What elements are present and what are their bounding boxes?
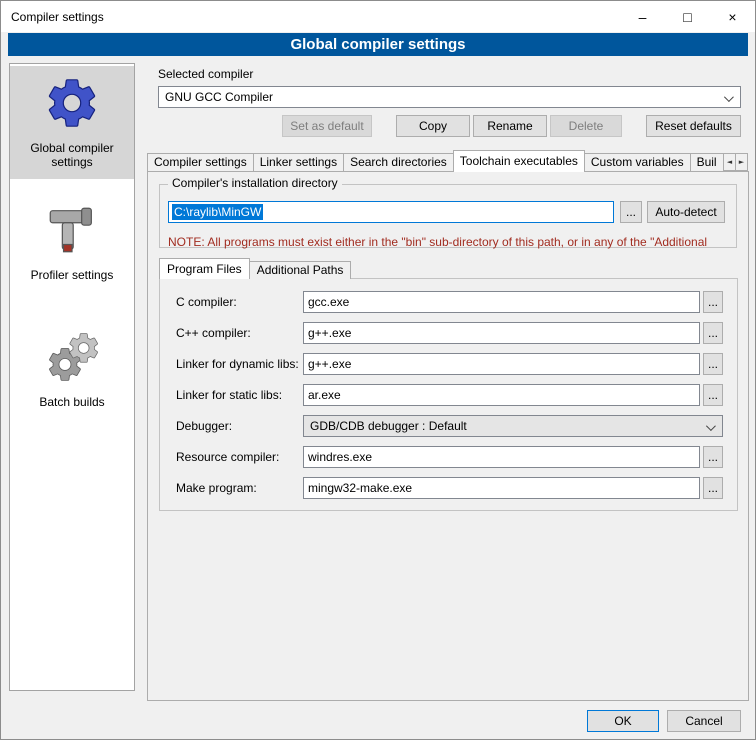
tab-search-directories[interactable]: Search directories [343, 153, 454, 172]
page-title: Global compiler settings [8, 33, 748, 56]
cpp-compiler-input[interactable] [303, 322, 700, 344]
delete-button[interactable]: Delete [550, 115, 622, 137]
tab-scroll-right-icon[interactable]: ► [735, 153, 748, 171]
bin-subdirectory-note: NOTE: All programs must exist either in … [168, 235, 732, 249]
tab-strip: Compiler settings Linker settings Search… [147, 150, 723, 172]
installation-directory-selected-text: C:\raylib\MinGW [172, 204, 263, 220]
field-row-dynamic-linker: Linker for dynamic libs: ... [176, 353, 723, 375]
cpp-compiler-browse-button[interactable]: ... [703, 322, 723, 344]
sidebar-item-profiler-settings[interactable]: Profiler settings [10, 193, 134, 292]
tab-compiler-settings[interactable]: Compiler settings [147, 153, 254, 172]
resource-compiler-browse-button[interactable]: ... [703, 446, 723, 468]
static-linker-input[interactable] [303, 384, 700, 406]
c-compiler-label: C compiler: [176, 295, 303, 309]
make-program-browse-button[interactable]: ... [703, 477, 723, 499]
subtab-strip: Program Files Additional Paths [159, 258, 350, 279]
profiler-tool-icon [43, 201, 101, 259]
dynamic-linker-input[interactable] [303, 353, 700, 375]
program-files-panel: C compiler: ... C++ compiler: ... Linker… [159, 278, 738, 511]
dynamic-linker-browse-button[interactable]: ... [703, 353, 723, 375]
title-bar: Compiler settings – □ × [1, 1, 755, 32]
resource-compiler-input[interactable] [303, 446, 700, 468]
static-linker-browse-button[interactable]: ... [703, 384, 723, 406]
maximize-button[interactable]: □ [665, 1, 710, 32]
selected-compiler-label: Selected compiler [158, 67, 253, 81]
chevron-down-icon [724, 92, 734, 102]
ok-button[interactable]: OK [587, 710, 659, 732]
batch-builds-gears-icon [43, 328, 101, 386]
tab-build-truncated[interactable]: Buil [690, 153, 723, 172]
dynamic-linker-label: Linker for dynamic libs: [176, 357, 303, 371]
field-row-c-compiler: C compiler: ... [176, 291, 723, 313]
chevron-down-icon [706, 421, 716, 431]
sidebar-item-batch-builds[interactable]: Batch builds [10, 320, 134, 419]
subtab-program-files[interactable]: Program Files [159, 258, 250, 279]
settings-category-list: Global compiler settings Profiler settin… [9, 63, 135, 691]
field-row-cpp-compiler: C++ compiler: ... [176, 322, 723, 344]
minimize-button[interactable]: – [620, 1, 665, 32]
c-compiler-browse-button[interactable]: ... [703, 291, 723, 313]
copy-button[interactable]: Copy [396, 115, 470, 137]
field-row-make-program: Make program: ... [176, 477, 723, 499]
debugger-select-value: GDB/CDB debugger : Default [310, 419, 467, 433]
sidebar-item-label: Batch builds [39, 395, 104, 409]
make-program-input[interactable] [303, 477, 700, 499]
installation-directory-group: Compiler's installation directory C:\ray… [159, 184, 737, 248]
field-row-static-linker: Linker for static libs: ... [176, 384, 723, 406]
tab-linker-settings[interactable]: Linker settings [253, 153, 344, 172]
reset-defaults-button[interactable]: Reset defaults [646, 115, 741, 137]
field-row-debugger: Debugger: GDB/CDB debugger : Default [176, 415, 723, 437]
rename-button[interactable]: Rename [473, 115, 547, 137]
set-as-default-button[interactable]: Set as default [282, 115, 372, 137]
gear-blue-icon [43, 74, 101, 132]
tab-scroll-buttons: ◄ ► [723, 153, 747, 171]
toolchain-executables-panel: Compiler's installation directory C:\ray… [147, 171, 749, 701]
resource-compiler-label: Resource compiler: [176, 450, 303, 464]
close-button[interactable]: × [710, 1, 755, 32]
installation-directory-input[interactable]: C:\raylib\MinGW [168, 201, 614, 223]
debugger-label: Debugger: [176, 419, 303, 433]
sidebar-item-global-compiler-settings[interactable]: Global compiler settings [10, 66, 134, 179]
debugger-select[interactable]: GDB/CDB debugger : Default [303, 415, 723, 437]
window-title: Compiler settings [11, 10, 104, 24]
cancel-button[interactable]: Cancel [667, 710, 741, 732]
compiler-settings-window: Compiler settings – □ × Global compiler … [0, 0, 756, 740]
sidebar-item-label: Profiler settings [31, 268, 114, 282]
cpp-compiler-label: C++ compiler: [176, 326, 303, 340]
auto-detect-button[interactable]: Auto-detect [647, 201, 725, 223]
installation-directory-group-label: Compiler's installation directory [168, 176, 342, 190]
tab-custom-variables[interactable]: Custom variables [584, 153, 691, 172]
sidebar-item-label: Global compiler settings [12, 141, 132, 169]
c-compiler-input[interactable] [303, 291, 700, 313]
program-files-fields: C compiler: ... C++ compiler: ... Linker… [160, 279, 737, 499]
compiler-select-value: GNU GCC Compiler [165, 90, 273, 104]
window-controls: – □ × [620, 1, 755, 32]
field-row-resource-compiler: Resource compiler: ... [176, 446, 723, 468]
subtab-additional-paths[interactable]: Additional Paths [249, 261, 352, 279]
installation-directory-browse-button[interactable]: ... [620, 201, 642, 223]
tab-toolchain-executables[interactable]: Toolchain executables [453, 150, 585, 172]
make-program-label: Make program: [176, 481, 303, 495]
static-linker-label: Linker for static libs: [176, 388, 303, 402]
compiler-select[interactable]: GNU GCC Compiler [158, 86, 741, 108]
